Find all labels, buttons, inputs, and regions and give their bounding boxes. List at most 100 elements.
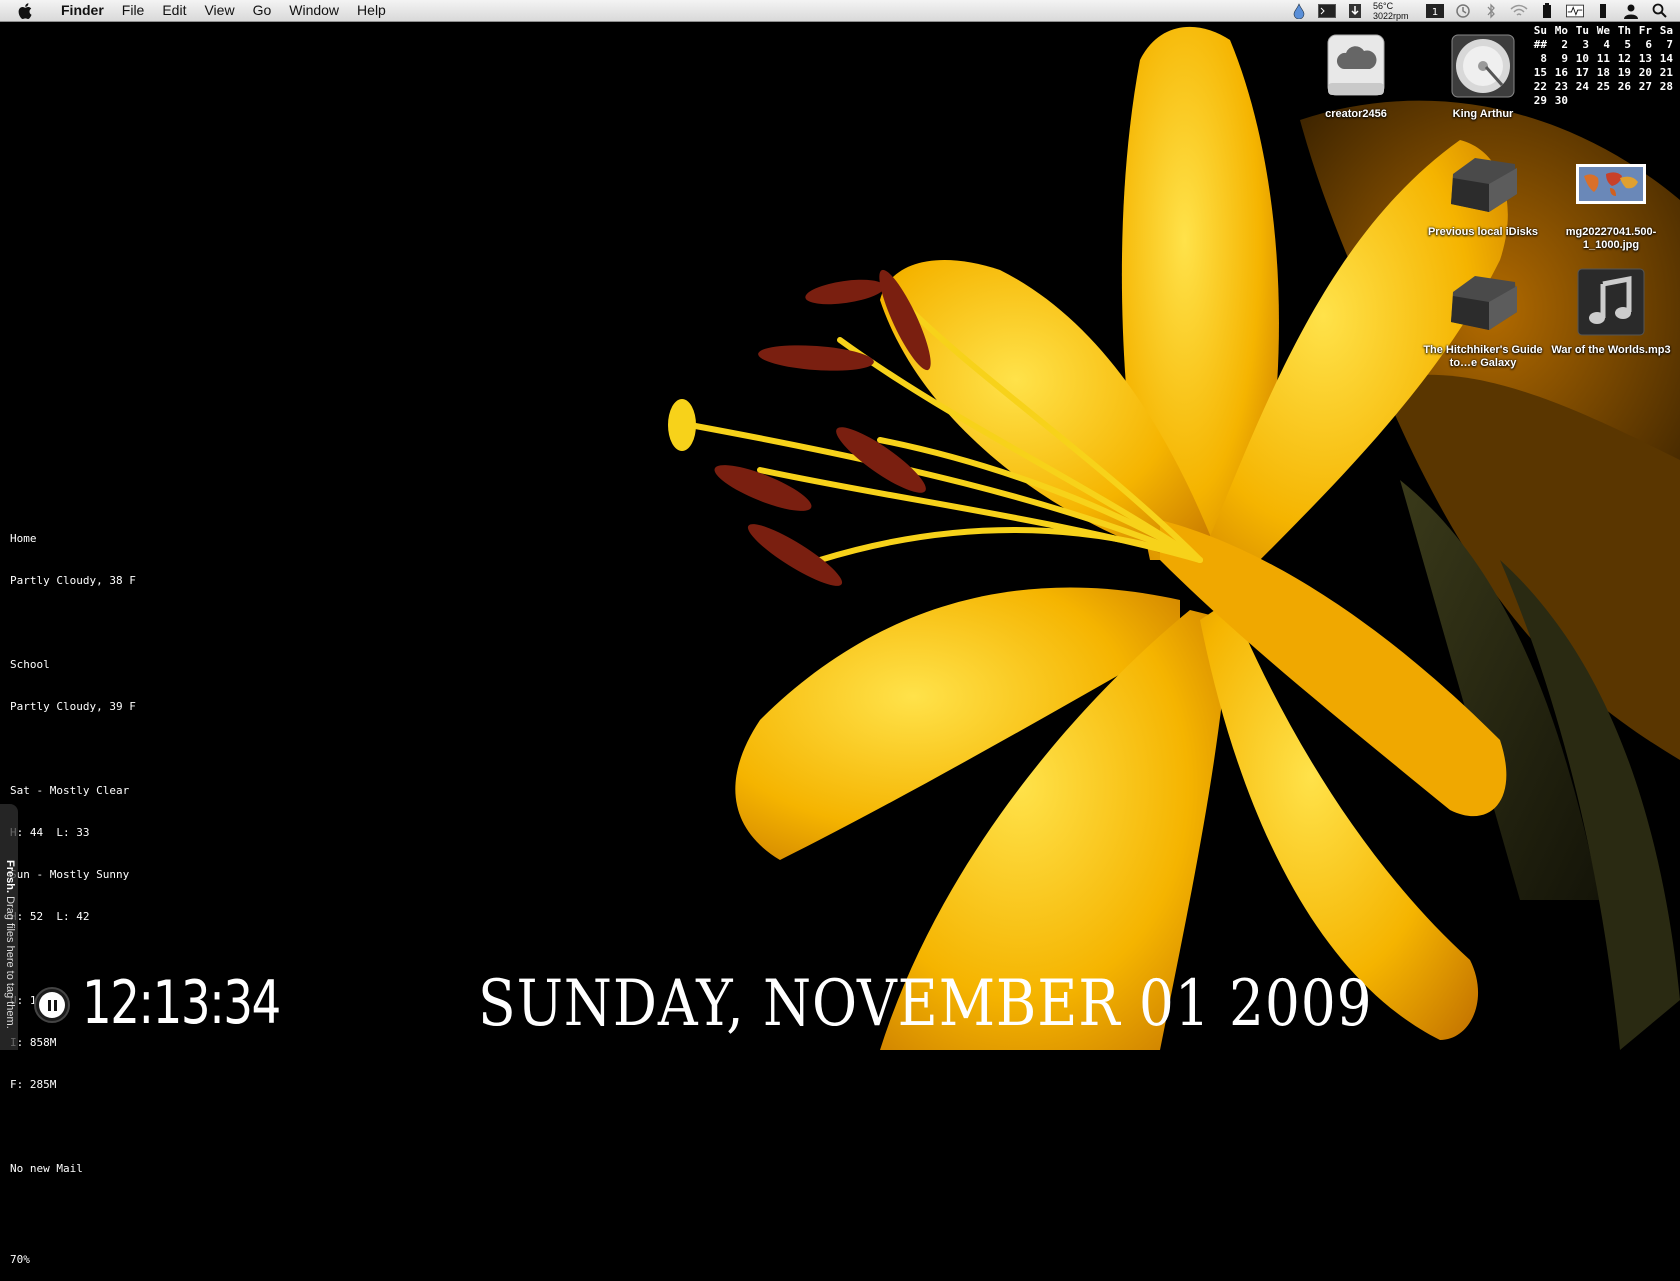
desktop-icon-label: creator2456	[1325, 108, 1387, 120]
battery-percent: 70%	[10, 1253, 30, 1266]
apple-menu-icon[interactable]	[18, 0, 38, 21]
calendar-day: 2	[1561, 38, 1568, 51]
calendar-day	[1610, 94, 1631, 108]
calendar-day: 11	[1596, 52, 1610, 65]
menu-view[interactable]: View	[195, 0, 243, 21]
calendar-day: 15	[1533, 66, 1547, 79]
calendar-day: 3	[1582, 38, 1589, 51]
sunday-temps: H: 52 L: 42	[10, 910, 90, 923]
calendar-day-header: Th	[1617, 24, 1631, 37]
battery-icon[interactable]	[1538, 2, 1556, 19]
calendar-day: 13	[1638, 52, 1652, 65]
calendar-day: 25	[1596, 80, 1610, 93]
desktop-icon-label: King Arthur	[1452, 108, 1514, 120]
home-label: Home	[10, 532, 37, 545]
fan-speed-readout: 3022rpm	[1373, 10, 1409, 21]
menu-window[interactable]: Window	[280, 0, 348, 21]
calendar-day	[1589, 94, 1610, 108]
menu-bar: Finder File Edit View Go Window Help 56°…	[0, 0, 1680, 22]
calendar-day-header: Sa	[1659, 24, 1673, 37]
desktop-icon-creator[interactable]: creator2456	[1296, 30, 1416, 121]
calendar-day: 26	[1617, 80, 1631, 93]
calendar-day: 12	[1617, 52, 1631, 65]
user-icon[interactable]	[1622, 3, 1640, 19]
desktop-icon-label: mg20227041.500-1_1000.jpg	[1565, 226, 1657, 251]
calendar-day: 8	[1540, 52, 1547, 65]
desktop-icon-label: The Hitchhiker's Guide to…e Galaxy	[1423, 344, 1543, 369]
desktop-icon-image-file[interactable]: mg20227041.500-1_1000.jpg	[1551, 148, 1671, 252]
fresh-drop-tab[interactable]: Fresh. Drag files here to tag them.	[0, 804, 18, 1050]
bluetooth-icon[interactable]	[1482, 2, 1500, 19]
calendar-day: 29	[1533, 94, 1547, 107]
terminal-icon[interactable]	[1318, 3, 1336, 19]
download-icon[interactable]	[1346, 3, 1364, 19]
calendar-week-row: ## 2 3 4 5 6 7	[1526, 38, 1673, 52]
calendar-day: 17	[1575, 66, 1589, 79]
wifi-icon[interactable]	[1510, 3, 1528, 19]
saturday-forecast: Sat - Mostly Clear	[10, 784, 130, 797]
menu-help[interactable]: Help	[348, 0, 395, 21]
menu-file[interactable]: File	[113, 0, 154, 21]
calendar-day: 19	[1617, 66, 1631, 79]
calendar-day: 4	[1603, 38, 1610, 51]
svg-text:1: 1	[1432, 7, 1438, 18]
spotlight-search-icon[interactable]	[1650, 3, 1668, 19]
activity-monitor-icon[interactable]	[1566, 3, 1584, 19]
desktop-icon-label: War of the Worlds.mp3	[1551, 344, 1671, 356]
calendar-header-row: Su Mo Tu We Th Fr Sa	[1526, 24, 1673, 38]
calendar-day-header: Fr	[1638, 24, 1652, 37]
calendar-day	[1652, 94, 1673, 108]
calendar-day: 14	[1659, 52, 1673, 65]
sunday-forecast: Sun - Mostly Sunny	[10, 868, 130, 881]
idisk-drive-icon	[1320, 30, 1392, 102]
home-weather: Partly Cloudy, 38 F	[10, 574, 136, 587]
calendar-day-header: Mo	[1554, 24, 1568, 37]
calendar-week-row: 15 16 17 18 19 20 21	[1526, 66, 1673, 80]
calendar-day: 9	[1561, 52, 1568, 65]
fresh-tab-text: Fresh. Drag files here to tag them.	[2, 860, 16, 1029]
calendar-day: 22	[1533, 80, 1547, 93]
desktop-icon-previous-idisks[interactable]: Previous local iDisks	[1423, 148, 1543, 239]
calendar-week-row: 29 30	[1526, 94, 1673, 108]
fresh-brand: Fresh.	[4, 860, 16, 894]
desktop-icon-label: Previous local iDisks	[1427, 226, 1539, 238]
desktop-date: Sunday, November 01 2009	[478, 967, 1373, 1041]
volume-icon[interactable]	[1594, 3, 1612, 19]
temperature-monitor[interactable]: 56°C 3022rpm	[1373, 1, 1417, 21]
mail-status: No new Mail	[10, 1162, 83, 1175]
menu-finder[interactable]: Finder	[52, 0, 113, 21]
calendar-day: 20	[1638, 66, 1652, 79]
calendar-day-header: We	[1596, 24, 1610, 37]
time-machine-icon[interactable]	[1454, 3, 1472, 19]
desktop-icon-king-arthur[interactable]: King Arthur	[1423, 30, 1543, 121]
memory-inactive: I: 858M	[10, 1036, 57, 1049]
calendar-day-header: Su	[1533, 24, 1547, 37]
menu-go[interactable]: Go	[244, 0, 281, 21]
fresh-hint: Drag files here to tag them.	[4, 893, 16, 1029]
droplet-status-icon[interactable]	[1290, 2, 1308, 19]
world-map-image-icon	[1575, 148, 1647, 220]
desktop-icon-war-of-the-worlds[interactable]: War of the Worlds.mp3	[1551, 266, 1671, 357]
menu-edit[interactable]: Edit	[153, 0, 195, 21]
calendar-day: 16	[1554, 66, 1568, 79]
pause-button[interactable]	[34, 987, 70, 1023]
music-file-icon	[1575, 266, 1647, 338]
desktop-icon-hitchhiker[interactable]: The Hitchhiker's Guide to…e Galaxy	[1423, 266, 1543, 370]
calendar-day: 30	[1554, 94, 1568, 107]
calendar-day: 24	[1575, 80, 1589, 93]
calendar-day	[1568, 94, 1589, 108]
spaces-icon[interactable]: 1	[1426, 3, 1444, 19]
calendar-day: 28	[1659, 80, 1673, 93]
desktop-clock: 12:13:34	[82, 968, 281, 1038]
calendar-week-row: 22 23 24 25 26 27 28	[1526, 80, 1673, 94]
calendar-day: ##	[1533, 38, 1547, 51]
calendar-day-header: Tu	[1575, 24, 1589, 37]
memory-free: F: 285M	[10, 1078, 57, 1091]
calendar-day: 23	[1554, 80, 1568, 93]
calendar-day: 18	[1596, 66, 1610, 79]
calendar-day: 6	[1645, 38, 1652, 51]
desktop-calendar: Su Mo Tu We Th Fr Sa ## 2 3 4 5 6 7 8 9 …	[1526, 24, 1673, 108]
calendar-day: 27	[1638, 80, 1652, 93]
temperature-readout: 56°C	[1373, 0, 1394, 11]
calendar-day: 10	[1575, 52, 1589, 65]
